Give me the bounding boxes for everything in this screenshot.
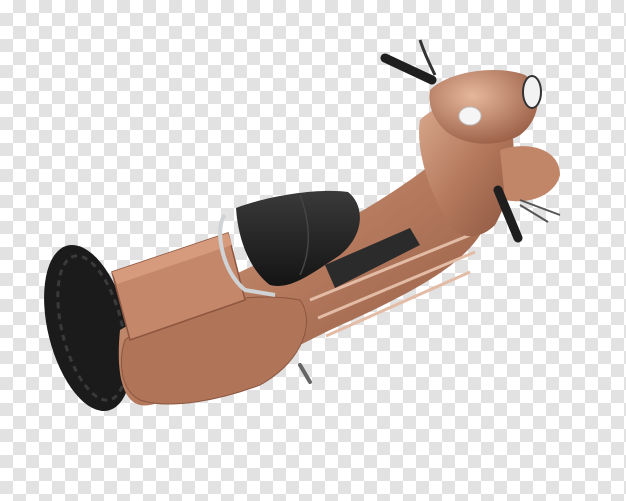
transparent-background (0, 0, 626, 501)
scooter-illustration (44, 39, 561, 412)
kickstand (298, 363, 312, 384)
